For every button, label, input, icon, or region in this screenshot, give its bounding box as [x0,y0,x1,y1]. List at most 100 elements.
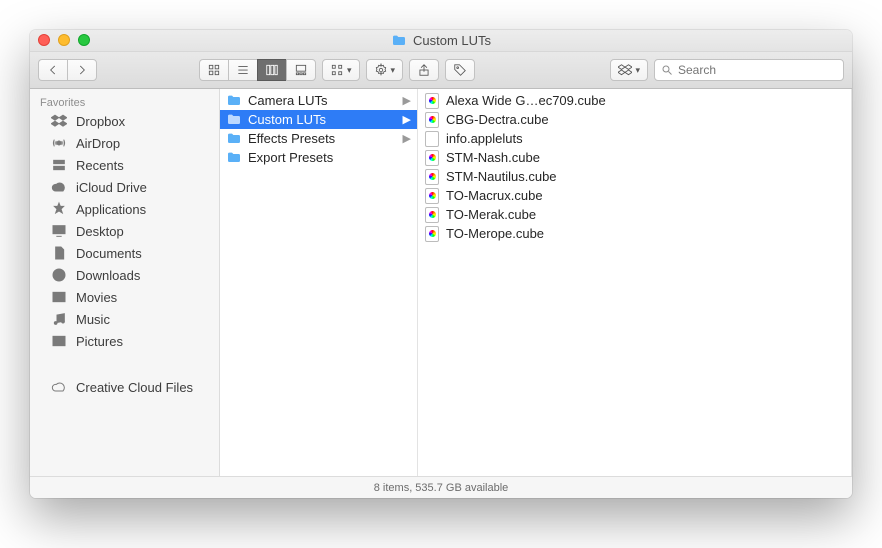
folder-row[interactable]: Custom LUTs ▶ [220,110,417,129]
forward-button[interactable] [67,59,97,81]
file-row[interactable]: info.appleluts [418,129,851,148]
folder-icon [226,112,242,128]
sidebar-item-applications[interactable]: Applications [30,198,219,220]
row-label: CBG-Dectra.cube [446,112,549,127]
column-1[interactable]: Camera LUTs ▶ Custom LUTs ▶ Effects Presets ▶… [220,89,418,476]
chevron-right-icon: ▶ [403,113,411,126]
search-icon [661,64,673,76]
titlebar: Custom LUTs [30,30,852,52]
cloud-icon [50,179,68,195]
view-icon-button[interactable] [199,59,228,81]
status-bar: 8 items, 535.7 GB available [30,476,852,498]
view-gallery-button[interactable] [286,59,316,81]
sidebar-item-label: Desktop [76,224,124,239]
sidebar-item-movies[interactable]: Movies [30,286,219,308]
downloads-icon [50,267,68,283]
sidebar-item-recents[interactable]: Recents [30,154,219,176]
row-label: Effects Presets [248,131,335,146]
view-switcher [199,59,316,81]
airdrop-icon [50,135,68,151]
movies-icon [50,289,68,305]
row-label: Camera LUTs [248,93,327,108]
share-button[interactable] [409,59,439,81]
column-2[interactable]: Alexa Wide G…ec709.cube CBG-Dectra.cube in… [418,89,852,476]
file-row[interactable]: TO-Merope.cube [418,224,851,243]
view-column-button[interactable] [257,59,286,81]
folder-row[interactable]: Export Presets [220,148,417,167]
sidebar-item-icloud-drive[interactable]: iCloud Drive [30,176,219,198]
sidebar-item-documents[interactable]: Documents [30,242,219,264]
row-label: info.appleluts [446,131,523,146]
row-label: TO-Macrux.cube [446,188,543,203]
row-label: STM-Nautilus.cube [446,169,557,184]
search-input[interactable] [678,63,837,77]
action-button[interactable]: ▾ [366,59,404,81]
back-button[interactable] [38,59,67,81]
folder-icon [391,33,407,49]
folder-icon [226,131,242,147]
file-row[interactable]: STM-Nash.cube [418,148,851,167]
sidebar-item-label: iCloud Drive [76,180,147,195]
sidebar-item-label: Pictures [76,334,123,349]
minimize-window-button[interactable] [58,34,70,46]
window-title: Custom LUTs [391,33,491,49]
file-icon [424,188,440,204]
view-list-button[interactable] [228,59,257,81]
sidebar-item-label: Creative Cloud Files [76,380,193,395]
dropbox-toolbar-button[interactable]: ▾ [610,59,648,81]
file-row[interactable]: STM-Nautilus.cube [418,167,851,186]
folder-row[interactable]: Camera LUTs ▶ [220,91,417,110]
row-label: Custom LUTs [248,112,326,127]
folder-icon [226,150,242,166]
close-window-button[interactable] [38,34,50,46]
file-icon [424,169,440,185]
file-icon [424,131,440,147]
file-icon [424,93,440,109]
folder-row[interactable]: Effects Presets ▶ [220,129,417,148]
creative-cloud-icon [51,379,67,395]
zoom-window-button[interactable] [78,34,90,46]
documents-icon [50,245,68,261]
chevron-right-icon: ▶ [403,94,411,107]
folder-icon [226,93,242,109]
sidebar-item-desktop[interactable]: Desktop [30,220,219,242]
sidebar-item-label: Recents [76,158,124,173]
file-icon [424,112,440,128]
sidebar-item-label: Documents [76,246,142,261]
sidebar-item-label: Downloads [76,268,140,283]
sidebar-item-label: Movies [76,290,117,305]
sidebar-item-music[interactable]: Music [30,308,219,330]
desktop-icon [50,223,68,239]
tags-button[interactable] [445,59,475,81]
sidebar-item-label: Music [76,312,110,327]
file-icon [424,150,440,166]
row-label: Export Presets [248,150,333,165]
music-icon [50,311,68,327]
file-icon [424,207,440,223]
sidebar-item-dropbox[interactable]: Dropbox [30,110,219,132]
recents-icon [50,157,68,173]
arrange-button[interactable]: ▾ [322,59,360,81]
toolbar: ▾ ▾ ▾ [30,52,852,89]
finder-window: Custom LUTs ▾ ▾ ▾ [30,30,852,498]
sidebar-item-downloads[interactable]: Downloads [30,264,219,286]
sidebar-item-pictures[interactable]: Pictures [30,330,219,352]
column-browser: Camera LUTs ▶ Custom LUTs ▶ Effects Presets ▶… [220,89,852,476]
sidebar-item-label: AirDrop [76,136,120,151]
sidebar-item-label: Applications [76,202,146,217]
search-field[interactable] [654,59,844,81]
sidebar-item-label: Dropbox [76,114,125,129]
sidebar: Favorites Dropbox AirDrop Recents iCloud Dr… [30,89,220,476]
file-row[interactable]: Alexa Wide G…ec709.cube [418,91,851,110]
file-icon [424,226,440,242]
row-label: TO-Merak.cube [446,207,536,222]
sidebar-item-creative-cloud[interactable]: Creative Cloud Files [30,376,219,398]
file-row[interactable]: CBG-Dectra.cube [418,110,851,129]
dropbox-icon [50,113,68,129]
file-row[interactable]: TO-Merak.cube [418,205,851,224]
sidebar-item-airdrop[interactable]: AirDrop [30,132,219,154]
chevron-right-icon: ▶ [403,132,411,145]
apps-icon [50,201,68,217]
sidebar-header-favorites: Favorites [30,93,219,110]
file-row[interactable]: TO-Macrux.cube [418,186,851,205]
